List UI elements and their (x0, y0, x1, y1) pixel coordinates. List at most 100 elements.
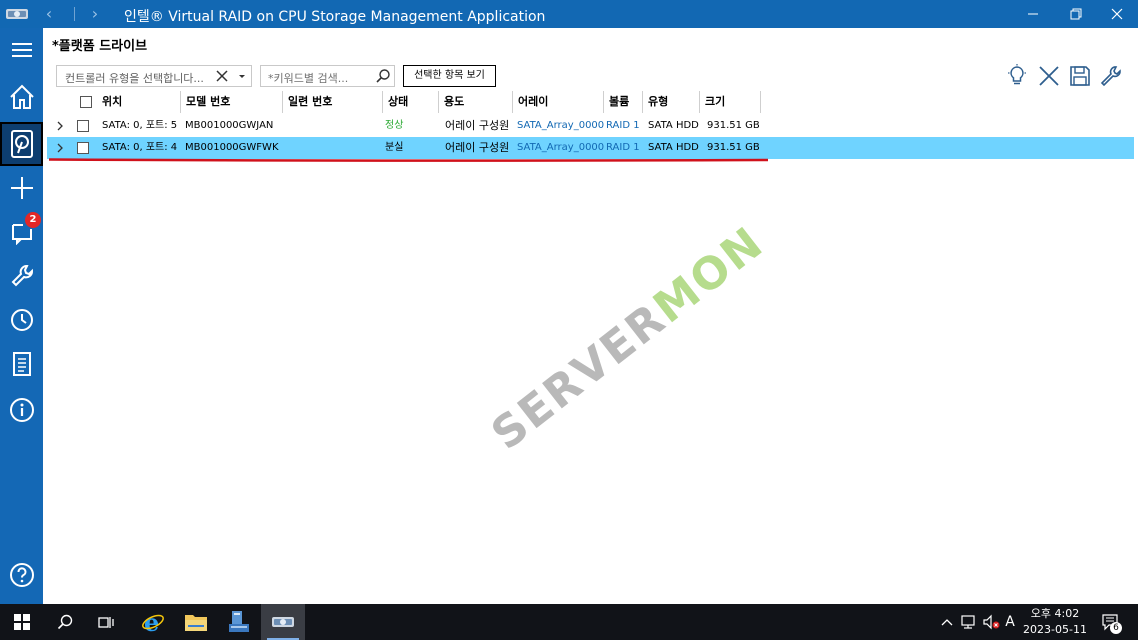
taskbar-search-button[interactable] (43, 604, 87, 640)
volume-button[interactable] (980, 604, 1002, 640)
main-content: *플랫폼 드라이브 컨트롤러 유형을 선택합니다... *키워드별 검색... … (43, 28, 1138, 604)
drive-icon (10, 130, 33, 158)
back-button[interactable]: ‹ (38, 3, 60, 25)
column-header-type[interactable]: 유형 (643, 91, 700, 113)
sidebar-item-schedule[interactable] (0, 298, 43, 342)
taskbar: e A 오후 4:02 2023-05-11 6 (0, 604, 1138, 640)
windows-icon (14, 614, 30, 630)
sidebar-item-create[interactable] (0, 166, 43, 210)
row-checkbox[interactable] (77, 120, 89, 132)
close-button[interactable] (1096, 0, 1138, 28)
column-header-usage[interactable]: 용도 (439, 91, 513, 113)
table-row-selected[interactable]: SATA: 0, 포트: 4 MB001000GWFWK 분실 어레이 구성원 … (47, 137, 1134, 159)
cell-usage: 어레이 구성원 (445, 119, 510, 132)
plus-icon (10, 177, 33, 199)
cell-location: SATA: 0, 포트: 4 (102, 142, 178, 153)
search-icon (57, 614, 73, 630)
cell-array[interactable]: SATA_Array_0000 (517, 137, 604, 159)
nav-separator (74, 7, 75, 21)
cell-size: 931.51 GB (707, 142, 760, 153)
taskbar-app-edge[interactable]: e (131, 604, 175, 640)
search-placeholder: *키워드별 검색... (268, 72, 349, 85)
cell-status: 정상 (385, 120, 404, 131)
action-center-badge: 6 (1110, 622, 1122, 634)
taskbar-app-server-manager[interactable] (217, 604, 261, 640)
cell-type: SATA HDD (648, 120, 699, 131)
forward-button[interactable]: › (84, 3, 106, 25)
cell-usage: 어레이 구성원 (445, 141, 510, 154)
svg-text:e: e (144, 610, 159, 634)
sidebar-item-about[interactable] (0, 388, 43, 432)
folder-icon (185, 615, 207, 631)
watermark: SERVERMON (482, 217, 773, 460)
controller-type-placeholder: 컨트롤러 유형을 선택합니다... (65, 72, 204, 85)
taskbar-clock[interactable]: 오후 4:02 2023-05-11 (1018, 606, 1092, 638)
column-header-location[interactable]: 위치 (97, 91, 181, 113)
cell-type: SATA HDD (648, 142, 699, 153)
search-input[interactable]: *키워드별 검색... (260, 65, 395, 87)
clock-date: 2023-05-11 (1023, 623, 1087, 636)
cell-volume[interactable]: RAID 1 (606, 137, 640, 159)
chevron-right-icon[interactable] (55, 120, 65, 132)
lightbulb-icon[interactable] (1005, 64, 1029, 88)
page-title: *플랫폼 드라이브 (52, 39, 148, 54)
info-icon (9, 398, 34, 422)
sidebar-item-settings[interactable] (0, 254, 43, 298)
network-icon (961, 615, 975, 629)
sidebar-item-home[interactable] (0, 75, 43, 119)
volume-muted-icon (983, 614, 1000, 630)
save-icon[interactable] (1068, 64, 1092, 88)
clock-time: 오후 4:02 (1030, 607, 1080, 620)
select-all-checkbox[interactable] (80, 96, 92, 108)
input-method-indicator[interactable]: A (1002, 604, 1018, 640)
cell-status: 분실 (385, 142, 404, 153)
wrench-icon[interactable] (1099, 64, 1123, 88)
notification-badge: 2 (25, 212, 41, 228)
start-button[interactable] (0, 604, 44, 640)
cell-volume[interactable]: RAID 1 (606, 115, 640, 137)
hamburger-icon (11, 43, 32, 57)
server-manager-icon (229, 611, 249, 632)
network-button[interactable] (958, 604, 980, 640)
cell-size: 931.51 GB (707, 120, 760, 131)
cell-array[interactable]: SATA_Array_0000 (517, 115, 604, 137)
sidebar-item-drives[interactable] (0, 122, 43, 166)
column-header-array[interactable]: 어레이 (513, 91, 604, 113)
sidebar-item-help[interactable] (0, 553, 43, 597)
column-header-model[interactable]: 모델 번호 (181, 91, 283, 113)
task-view-button[interactable] (85, 604, 129, 640)
column-header-size[interactable]: 크기 (700, 91, 761, 113)
controller-type-select[interactable]: 컨트롤러 유형을 선택합니다... (56, 65, 252, 87)
search-icon[interactable] (375, 68, 391, 84)
restore-button[interactable] (1054, 0, 1096, 28)
chevron-down-icon[interactable] (235, 69, 249, 83)
taskbar-app-explorer[interactable] (174, 604, 218, 640)
clear-icon[interactable] (215, 69, 229, 83)
close-icon[interactable] (1037, 64, 1061, 88)
document-icon (12, 352, 31, 376)
chevron-right-icon[interactable] (55, 142, 65, 154)
column-header-volume[interactable]: 볼륨 (604, 91, 643, 113)
cell-model: MB001000GWJAN (185, 120, 274, 131)
app-icon (272, 617, 294, 627)
sidebar: 2 (0, 28, 43, 604)
watermark-text-server: SERVER (482, 293, 676, 461)
column-header-status[interactable]: 상태 (383, 91, 439, 113)
watermark-text-mon: MON (644, 216, 774, 334)
minimize-button[interactable] (1012, 0, 1054, 28)
view-selected-button[interactable]: 선택한 항목 보기 (403, 65, 496, 87)
table-row[interactable]: SATA: 0, 포트: 5 MB001000GWJAN 정상 어레이 구성원 … (47, 115, 1134, 137)
app-icon (6, 9, 28, 19)
taskbar-app-vroc[interactable] (261, 604, 305, 640)
column-header-serial[interactable]: 일련 번호 (283, 91, 383, 113)
window-title: 인텔® Virtual RAID on CPU Storage Manageme… (124, 9, 546, 25)
show-hidden-icons-button[interactable] (938, 604, 956, 640)
action-center-button[interactable]: 6 (1096, 604, 1126, 640)
row-checkbox[interactable] (77, 142, 89, 154)
sidebar-item-menu[interactable] (0, 28, 43, 72)
cell-model: MB001000GWFWK (185, 142, 279, 153)
sidebar-item-events[interactable]: 2 (0, 210, 43, 254)
title-bar: ‹ › 인텔® Virtual RAID on CPU Storage Mana… (0, 0, 1138, 28)
clock-icon (10, 309, 33, 331)
sidebar-item-logs[interactable] (0, 342, 43, 386)
